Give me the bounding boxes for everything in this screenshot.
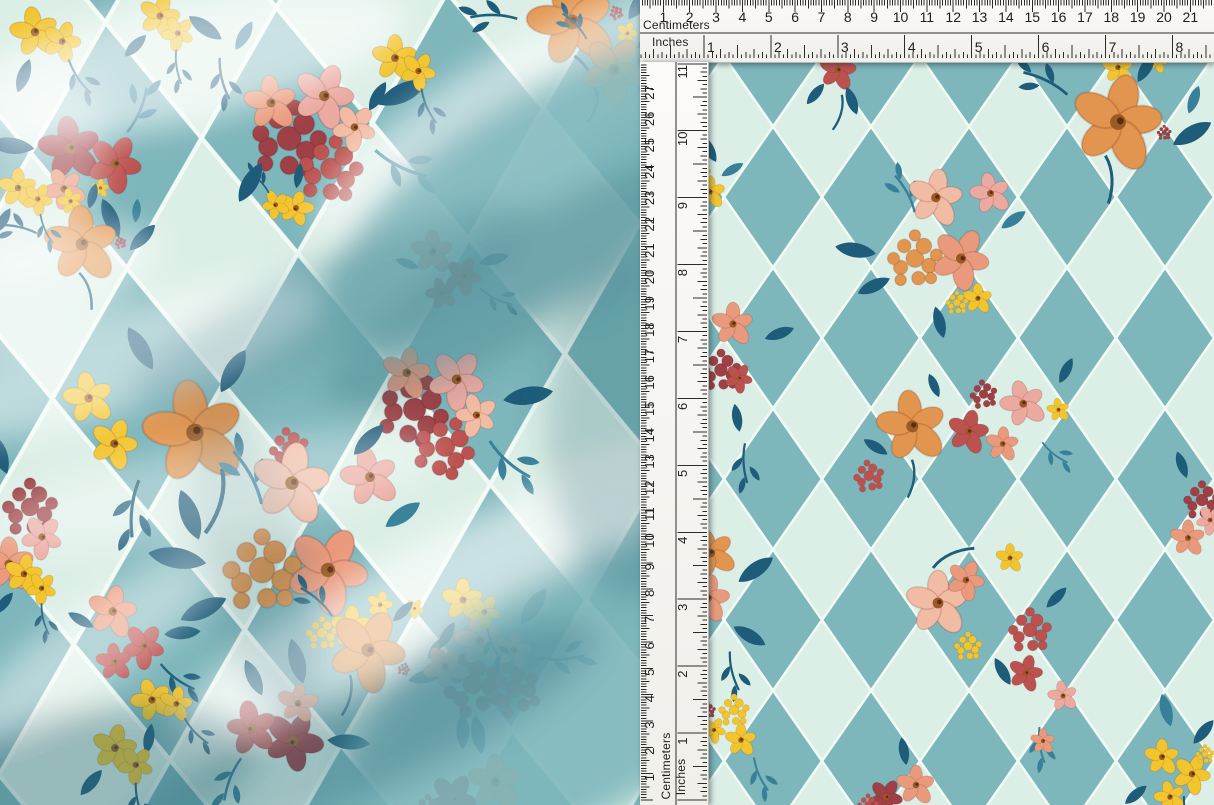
svg-text:18: 18 — [1104, 9, 1120, 25]
svg-text:4: 4 — [642, 695, 657, 702]
svg-text:17: 17 — [642, 349, 657, 363]
svg-text:5: 5 — [642, 669, 657, 676]
svg-text:4: 4 — [739, 9, 747, 25]
svg-text:5: 5 — [975, 39, 983, 55]
svg-text:1: 1 — [675, 737, 690, 744]
svg-text:3: 3 — [712, 9, 720, 25]
svg-text:2: 2 — [774, 39, 782, 55]
svg-text:21: 21 — [1183, 9, 1199, 25]
svg-text:16: 16 — [1051, 9, 1067, 25]
svg-text:7: 7 — [1109, 39, 1117, 55]
svg-text:4: 4 — [908, 39, 916, 55]
svg-text:4: 4 — [675, 537, 690, 544]
svg-text:7: 7 — [642, 616, 657, 623]
fabric-product-photo: 1234567891011121314151617181920211234567… — [0, 0, 1214, 805]
svg-text:20: 20 — [642, 270, 657, 284]
svg-text:18: 18 — [642, 322, 657, 336]
flat-fabric-swatch — [708, 62, 1214, 805]
svg-text:12: 12 — [642, 481, 657, 495]
svg-text:8: 8 — [1176, 39, 1184, 55]
svg-text:3: 3 — [841, 39, 849, 55]
svg-text:8: 8 — [642, 590, 657, 597]
svg-text:15: 15 — [642, 402, 657, 416]
svg-text:2: 2 — [675, 671, 690, 678]
svg-text:17: 17 — [1077, 9, 1093, 25]
vertical-ruler-centimeters-label: Centimeters — [659, 733, 673, 800]
vertical-ruler: 1234567891011121314151617181920212223242… — [640, 62, 709, 805]
svg-text:5: 5 — [675, 470, 690, 477]
svg-text:9: 9 — [642, 563, 657, 570]
horizontal-ruler-scale: 1234567891011121314151617181920211234567… — [640, 0, 1214, 62]
svg-text:2: 2 — [642, 748, 657, 755]
svg-text:6: 6 — [675, 403, 690, 410]
svg-text:16: 16 — [642, 375, 657, 389]
horizontal-ruler-centimeters-label: Centimeters — [643, 18, 710, 32]
svg-text:9: 9 — [675, 202, 690, 209]
svg-text:26: 26 — [642, 112, 657, 126]
svg-text:10: 10 — [893, 9, 909, 25]
svg-text:19: 19 — [1130, 9, 1146, 25]
horizontal-ruler-inches-label: Inches — [652, 35, 689, 49]
svg-text:21: 21 — [642, 243, 657, 257]
svg-text:5: 5 — [765, 9, 773, 25]
svg-text:3: 3 — [642, 721, 657, 728]
draped-fabric-illustration — [0, 0, 640, 805]
svg-text:6: 6 — [642, 642, 657, 649]
svg-text:6: 6 — [1042, 39, 1050, 55]
svg-text:20: 20 — [1156, 9, 1172, 25]
svg-text:14: 14 — [642, 428, 657, 442]
svg-text:23: 23 — [642, 191, 657, 205]
svg-text:27: 27 — [642, 85, 657, 99]
svg-text:11: 11 — [675, 65, 690, 79]
horizontal-ruler: 1234567891011121314151617181920211234567… — [640, 0, 1214, 63]
svg-text:19: 19 — [642, 296, 657, 310]
svg-text:13: 13 — [972, 9, 988, 25]
draped-fabric-photo — [0, 0, 640, 805]
svg-text:3: 3 — [675, 604, 690, 611]
svg-text:24: 24 — [642, 164, 657, 178]
svg-text:11: 11 — [642, 507, 657, 521]
svg-text:1: 1 — [642, 774, 657, 781]
svg-text:25: 25 — [642, 138, 657, 152]
svg-text:7: 7 — [675, 336, 690, 343]
svg-text:11: 11 — [920, 9, 935, 25]
svg-text:8: 8 — [844, 9, 852, 25]
flat-fabric-illustration — [708, 62, 1214, 805]
svg-text:10: 10 — [675, 131, 690, 145]
vertical-ruler-scale: 1234567891011121314151617181920212223242… — [640, 62, 708, 805]
svg-text:10: 10 — [642, 533, 657, 547]
vertical-ruler-inches-label: Inches — [674, 759, 688, 796]
svg-text:13: 13 — [642, 454, 657, 468]
svg-text:15: 15 — [1024, 9, 1040, 25]
svg-text:7: 7 — [818, 9, 826, 25]
svg-text:12: 12 — [945, 9, 961, 25]
svg-text:8: 8 — [675, 269, 690, 276]
svg-text:6: 6 — [791, 9, 799, 25]
svg-text:14: 14 — [998, 9, 1014, 25]
svg-text:22: 22 — [642, 217, 657, 231]
svg-text:9: 9 — [870, 9, 878, 25]
svg-text:1: 1 — [707, 39, 715, 55]
